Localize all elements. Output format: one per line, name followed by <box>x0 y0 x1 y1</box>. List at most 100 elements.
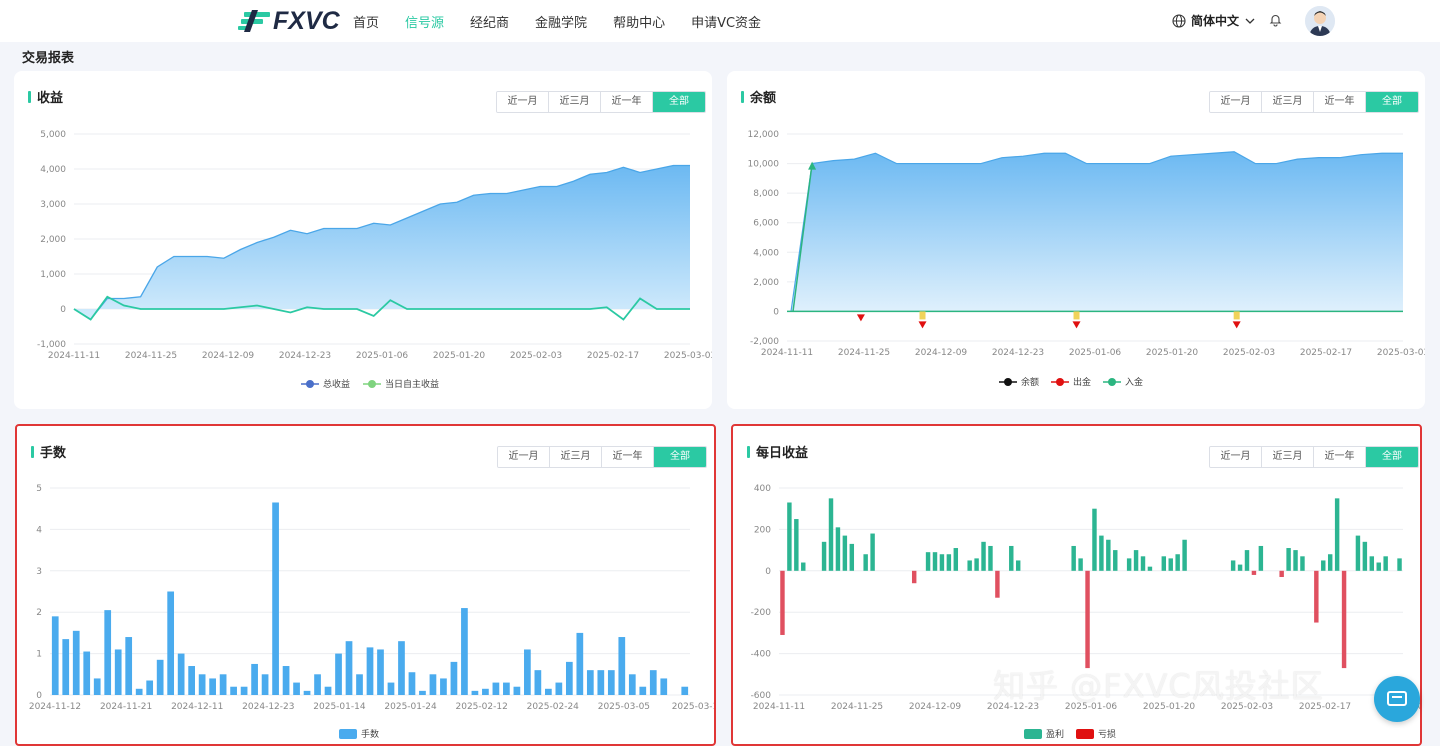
lots-bar <box>450 661 458 695</box>
lots-bar <box>167 591 175 695</box>
balance-xtick: 2024-12-23 <box>992 348 1044 358</box>
income-xtick: 2024-11-11 <box>48 351 100 361</box>
chevron-down-icon <box>1245 18 1255 24</box>
lots-bar <box>156 659 164 695</box>
daily-legend-label: 亏损 <box>1098 728 1116 740</box>
lots-bar <box>440 678 447 695</box>
balance-ytick: 4,000 <box>753 248 779 258</box>
balance-legend-dot <box>1056 378 1064 386</box>
lots-bar <box>576 632 584 695</box>
income-legend-label: 总收益 <box>323 378 350 390</box>
profit-bar <box>1092 508 1097 571</box>
daily-ytick: -400 <box>751 650 772 660</box>
lots-bar <box>387 682 395 695</box>
daily-xtick: 2025-02-17 <box>1299 702 1351 712</box>
profit-bar <box>1327 554 1333 571</box>
nav-item-3[interactable]: 金融学院 <box>535 12 587 31</box>
daily-xtick: 2025-01-20 <box>1143 702 1196 712</box>
balance-xtick: 2025-03-03 <box>1377 348 1425 358</box>
daily-ytick: 400 <box>754 484 771 494</box>
nav-item-4[interactable]: 帮助中心 <box>613 12 665 31</box>
balance-ytick: -2,000 <box>750 337 779 347</box>
loss-bar <box>995 570 1000 598</box>
lots-bar <box>188 666 195 695</box>
income-chart: 5,0004,0003,0002,0001,0000-1,0002024-11-… <box>37 130 712 390</box>
daily-ytick: 200 <box>754 525 771 535</box>
logo-text: FXVC <box>273 7 340 35</box>
withdrawal-bar <box>1233 311 1240 320</box>
nav-item-0[interactable]: 首页 <box>353 12 379 31</box>
profit-bar <box>1133 550 1139 571</box>
withdrawal-marker <box>918 321 927 329</box>
profit-bar <box>1293 550 1298 571</box>
loss-bar <box>780 570 785 635</box>
lots-bar <box>366 647 374 695</box>
profit-bar <box>1286 548 1291 571</box>
profit-bar <box>981 541 986 571</box>
lots-xtick: 2025-03-05 <box>598 702 650 712</box>
lots-bar <box>618 637 626 695</box>
profit-bar <box>1258 545 1264 571</box>
profit-bar <box>1230 560 1236 571</box>
lots-ytick: 3 <box>36 567 42 577</box>
daily-ytick: -200 <box>751 608 772 618</box>
income-ytick: 5,000 <box>40 130 66 140</box>
profit-bar <box>1140 556 1146 571</box>
profit-bar <box>946 554 952 571</box>
income-ytick: 4,000 <box>40 165 66 175</box>
profit-bar <box>939 554 945 571</box>
income-card: 收益 近一月 近三月 近一年 全部 5,000 4,000 3,000 2,000 1,000… <box>14 71 712 409</box>
lots-bar <box>398 641 405 695</box>
lots-card: 手数 近一月 近三月 近一年 全部 5 4 3 2 1 0 2024-11-12 2024-11-2… <box>15 424 716 746</box>
profit-bar <box>1376 562 1381 571</box>
lots-bar <box>83 651 91 695</box>
avatar[interactable] <box>1305 6 1335 36</box>
income-legend-dot <box>368 380 376 388</box>
lots-bar <box>93 678 101 695</box>
lots-xtick: 2025-01-24 <box>384 702 437 712</box>
lots-bar <box>356 674 363 695</box>
withdrawal-marker <box>1232 321 1241 329</box>
daily-xtick: 2024-12-23 <box>987 702 1039 712</box>
profit-bar <box>953 548 959 571</box>
profit-bar <box>1126 558 1132 571</box>
profit-bar <box>1397 558 1402 571</box>
loss-bar <box>1085 570 1090 669</box>
daily-xtick: 2024-12-09 <box>909 702 962 712</box>
nav-item-5[interactable]: 申请VC资金 <box>691 12 761 31</box>
language-label: 简体中文 <box>1191 14 1240 28</box>
nav-item-2[interactable]: 经纪商 <box>470 12 509 31</box>
profit-bar <box>1355 535 1361 571</box>
lots-xtick: 2025-02-24 <box>527 702 580 712</box>
lots-bar <box>408 672 416 695</box>
balance-xtick: 2024-12-09 <box>915 348 968 358</box>
profit-bar <box>870 533 875 571</box>
lots-xtick: 2024-12-23 <box>242 702 294 712</box>
nav-item-1[interactable]: 信号源 <box>405 12 444 31</box>
profit-bar <box>863 554 868 571</box>
lots-bar <box>72 630 80 695</box>
lots-xtick: 2025-03-1 <box>672 702 714 712</box>
profit-bar <box>1113 550 1118 571</box>
profit-bar <box>821 541 827 571</box>
lots-bar <box>335 653 342 695</box>
balance-card: 余额 近一月 近三月 近一年 全部 12,000 10,000 8,000 6,000 4,0… <box>727 71 1425 409</box>
lots-bar <box>482 688 489 695</box>
lots-bar <box>314 674 321 695</box>
lots-bar <box>104 610 112 695</box>
income-ytick: -1,000 <box>37 340 66 350</box>
profit-bar <box>1175 554 1180 571</box>
lots-legend-swatch <box>339 729 357 739</box>
language-selector[interactable]: 简体中文 <box>1172 12 1256 29</box>
page-title: 交易报表 <box>22 51 75 66</box>
profit-bar <box>1009 545 1014 571</box>
lots-bar <box>251 663 258 695</box>
profit-bar <box>932 552 938 571</box>
balance-xtick: 2024-11-11 <box>761 348 813 358</box>
lots-xtick: 2024-11-12 <box>29 702 81 712</box>
withdrawal-bar <box>919 311 926 320</box>
floating-action-button[interactable] <box>1374 676 1420 722</box>
loss-bar <box>1341 570 1347 669</box>
balance-legend-label: 出金 <box>1073 376 1091 388</box>
bell-icon[interactable] <box>1268 12 1283 27</box>
